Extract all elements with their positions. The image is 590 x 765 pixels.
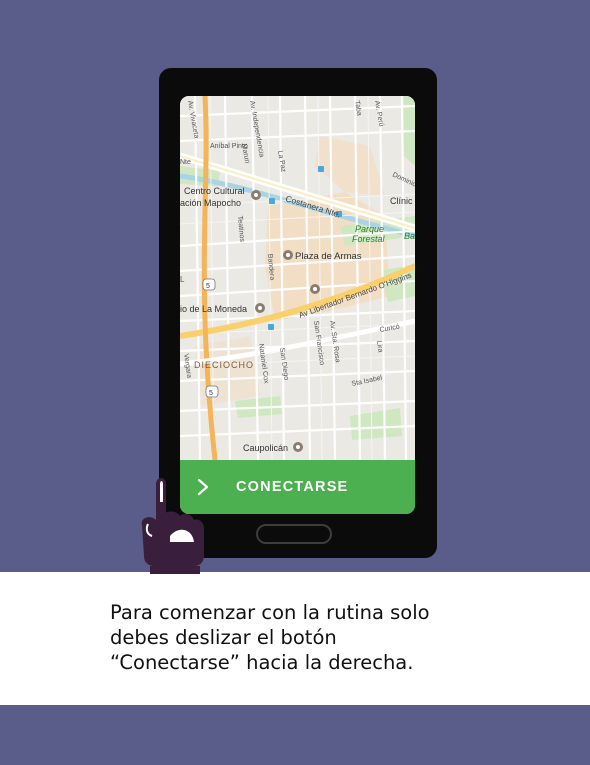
map-view[interactable]: Centro Cultural ación Mapocho Plaza de A… bbox=[180, 96, 415, 460]
label-centro-cultural: Centro Cultural bbox=[184, 186, 245, 196]
label-ruta-5-b: 5 bbox=[209, 390, 213, 397]
instruction-caption: Para comenzar con la rutina solo debes d… bbox=[110, 600, 530, 675]
label-dieciocho: DIECIOCHO bbox=[194, 360, 254, 370]
background-bottom bbox=[0, 705, 590, 765]
label-nte: Nte bbox=[180, 159, 191, 166]
conectarse-label: CONECTARSE bbox=[236, 479, 349, 495]
label-estacion-mapocho: ación Mapocho bbox=[180, 198, 241, 208]
conectarse-slider[interactable]: CONECTARSE bbox=[180, 460, 415, 514]
label-ruta-5-a: 5 bbox=[206, 283, 210, 290]
phone-screen: Centro Cultural ación Mapocho Plaza de A… bbox=[180, 96, 415, 514]
label-clinic: Clínic bbox=[390, 196, 413, 206]
label-la-moneda: io de La Moneda bbox=[180, 304, 247, 314]
label-parque: Parque bbox=[355, 224, 384, 234]
caption-line-1: Para comenzar con la rutina solo bbox=[110, 601, 430, 624]
hand-pointer-icon bbox=[141, 478, 204, 574]
label-forestal: Forestal bbox=[352, 234, 386, 244]
caption-line-2: debes deslizar el botón bbox=[110, 626, 337, 649]
label-l: L bbox=[180, 275, 185, 284]
label-plaza-de-armas: Plaza de Armas bbox=[295, 251, 362, 262]
caption-line-3: “Conectarse” hacia la derecha. bbox=[110, 651, 414, 674]
label-caupolican: Caupolicán bbox=[243, 443, 288, 453]
home-button[interactable] bbox=[256, 524, 332, 544]
label-ba: Ba bbox=[404, 231, 415, 241]
